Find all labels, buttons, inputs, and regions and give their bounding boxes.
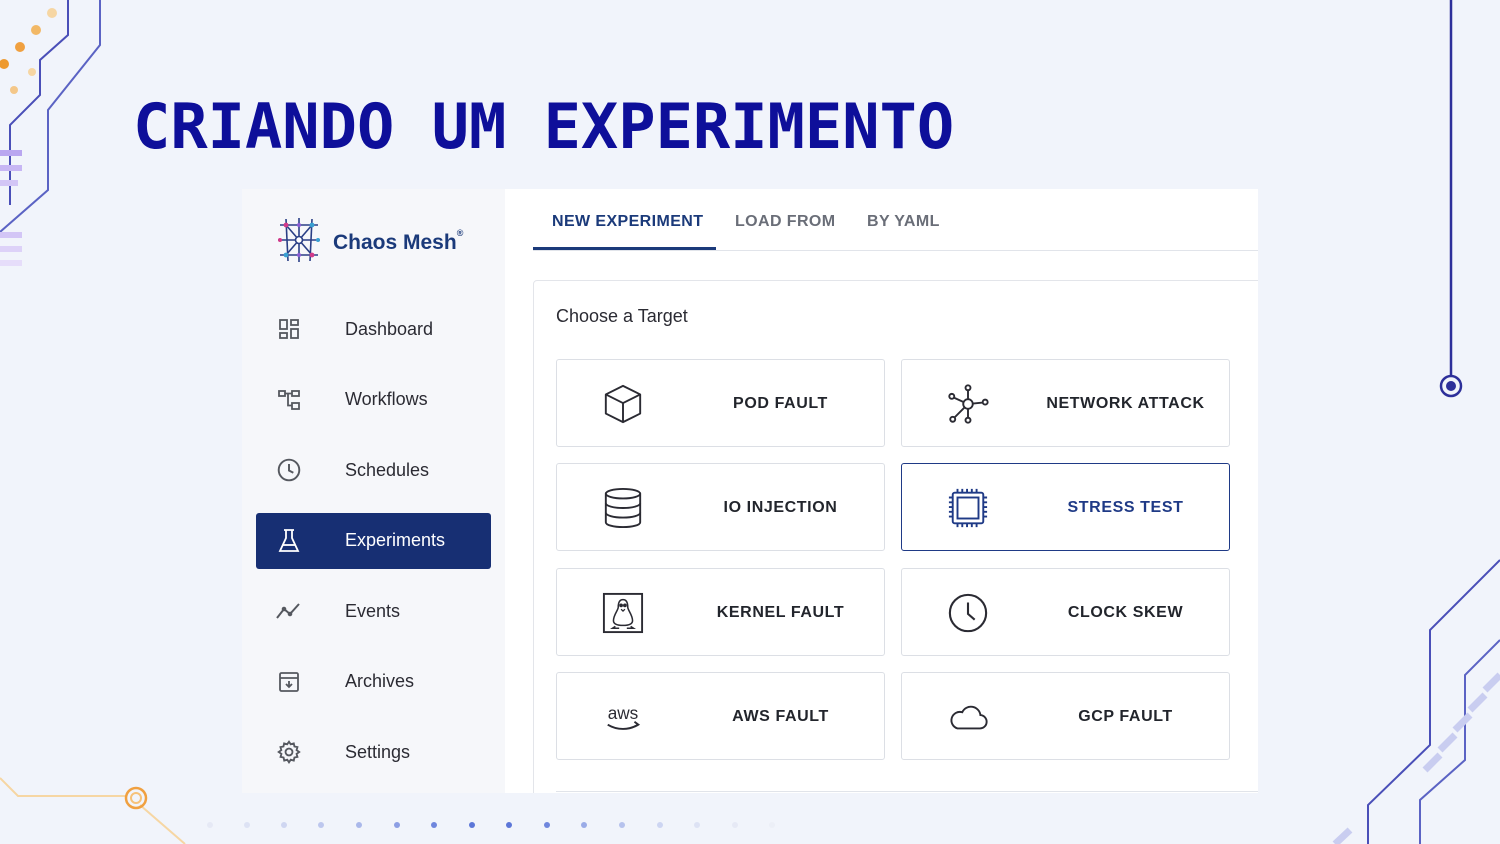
database-icon — [602, 487, 644, 529]
target-card-label: NETWORK ATTACK — [1046, 395, 1205, 412]
tab-by-yaml[interactable]: BY YAML — [867, 213, 940, 231]
flask-icon — [274, 526, 304, 556]
gear-icon — [274, 737, 304, 767]
target-card-network-attack[interactable]: NETWORK ATTACK — [901, 359, 1230, 447]
target-card-aws-fault[interactable]: aws AWS FAULT — [556, 672, 885, 760]
sidebar-item-dashboard[interactable]: Dashboard — [256, 301, 491, 357]
tab-load-from[interactable]: LOAD FROM — [735, 213, 835, 231]
network-icon — [947, 383, 989, 425]
schedules-icon — [274, 455, 304, 485]
sidebar-item-label: Archives — [345, 671, 415, 691]
active-tab-indicator — [533, 247, 716, 250]
sidebar: Chaos Mesh® Dashboard Workflows Schedule… — [242, 189, 505, 793]
brand-name: Chaos Mesh® — [333, 227, 464, 254]
sidebar-item-label: Workflows — [345, 389, 428, 409]
tab-bar: NEW EXPERIMENT LOAD FROM BY YAML — [533, 189, 1258, 251]
target-card-label: CLOCK SKEW — [1067, 604, 1184, 621]
target-card-clock-skew[interactable]: CLOCK SKEW — [901, 568, 1230, 656]
target-card-label: KERNEL FAULT — [716, 604, 845, 621]
sidebar-item-archives[interactable]: Archives — [256, 654, 491, 710]
brand[interactable]: Chaos Mesh® — [274, 215, 463, 270]
workflows-icon — [274, 385, 304, 415]
target-card-io-injection[interactable]: IO INJECTION — [556, 463, 885, 551]
cloud-icon — [947, 696, 989, 738]
dashboard-icon — [274, 314, 304, 344]
sidebar-nav: Dashboard Workflows Schedules Experiment… — [256, 301, 491, 793]
target-card-gcp-fault[interactable]: GCP FAULT — [901, 672, 1230, 760]
panel-divider — [556, 791, 1258, 792]
cpu-icon — [947, 487, 989, 529]
clock-icon — [947, 592, 989, 634]
archive-icon — [274, 667, 304, 697]
svg-text:aws: aws — [608, 703, 639, 723]
chaos-mesh-screenshot: Chaos Mesh® Dashboard Workflows Schedule… — [242, 189, 1258, 793]
sidebar-item-settings[interactable]: Settings — [256, 724, 491, 780]
target-card-label: AWS FAULT — [732, 708, 829, 725]
target-card-pod-fault[interactable]: POD FAULT — [556, 359, 885, 447]
target-card-stress-test[interactable]: STRESS TEST — [901, 463, 1230, 551]
registered-mark: ® — [456, 227, 464, 238]
panel-title: Choose a Target — [556, 306, 688, 326]
target-card-label: STRESS TEST — [1067, 499, 1184, 516]
sidebar-item-label: Experiments — [345, 530, 446, 550]
chaos-mesh-logo-icon — [274, 215, 324, 270]
sidebar-item-label: Dashboard — [345, 318, 434, 339]
sidebar-item-workflows[interactable]: Workflows — [256, 372, 491, 428]
slide-title: CRIANDO UM EXPERIMENTO — [133, 90, 955, 163]
events-icon — [274, 596, 304, 626]
sidebar-item-label: Events — [345, 600, 401, 621]
sidebar-item-events[interactable]: Events — [256, 583, 491, 639]
linux-icon — [602, 592, 644, 634]
sidebar-item-label: Schedules — [345, 459, 430, 480]
sidebar-item-label: Settings — [345, 741, 411, 762]
target-card-label: IO INJECTION — [723, 499, 838, 516]
target-card-label: POD FAULT — [733, 395, 828, 412]
tab-new-experiment[interactable]: NEW EXPERIMENT — [552, 213, 703, 231]
cube-icon — [602, 383, 644, 425]
aws-icon: aws — [602, 696, 644, 738]
main-content: NEW EXPERIMENT LOAD FROM BY YAML Choose … — [505, 189, 1258, 793]
target-card-kernel-fault[interactable]: KERNEL FAULT — [556, 568, 885, 656]
target-panel: Choose a Target POD FAULT NETWORK ATTACK… — [533, 280, 1258, 793]
target-card-label: GCP FAULT — [1078, 708, 1173, 725]
sidebar-item-schedules[interactable]: Schedules — [256, 442, 491, 498]
sidebar-item-experiments[interactable]: Experiments — [256, 512, 491, 569]
